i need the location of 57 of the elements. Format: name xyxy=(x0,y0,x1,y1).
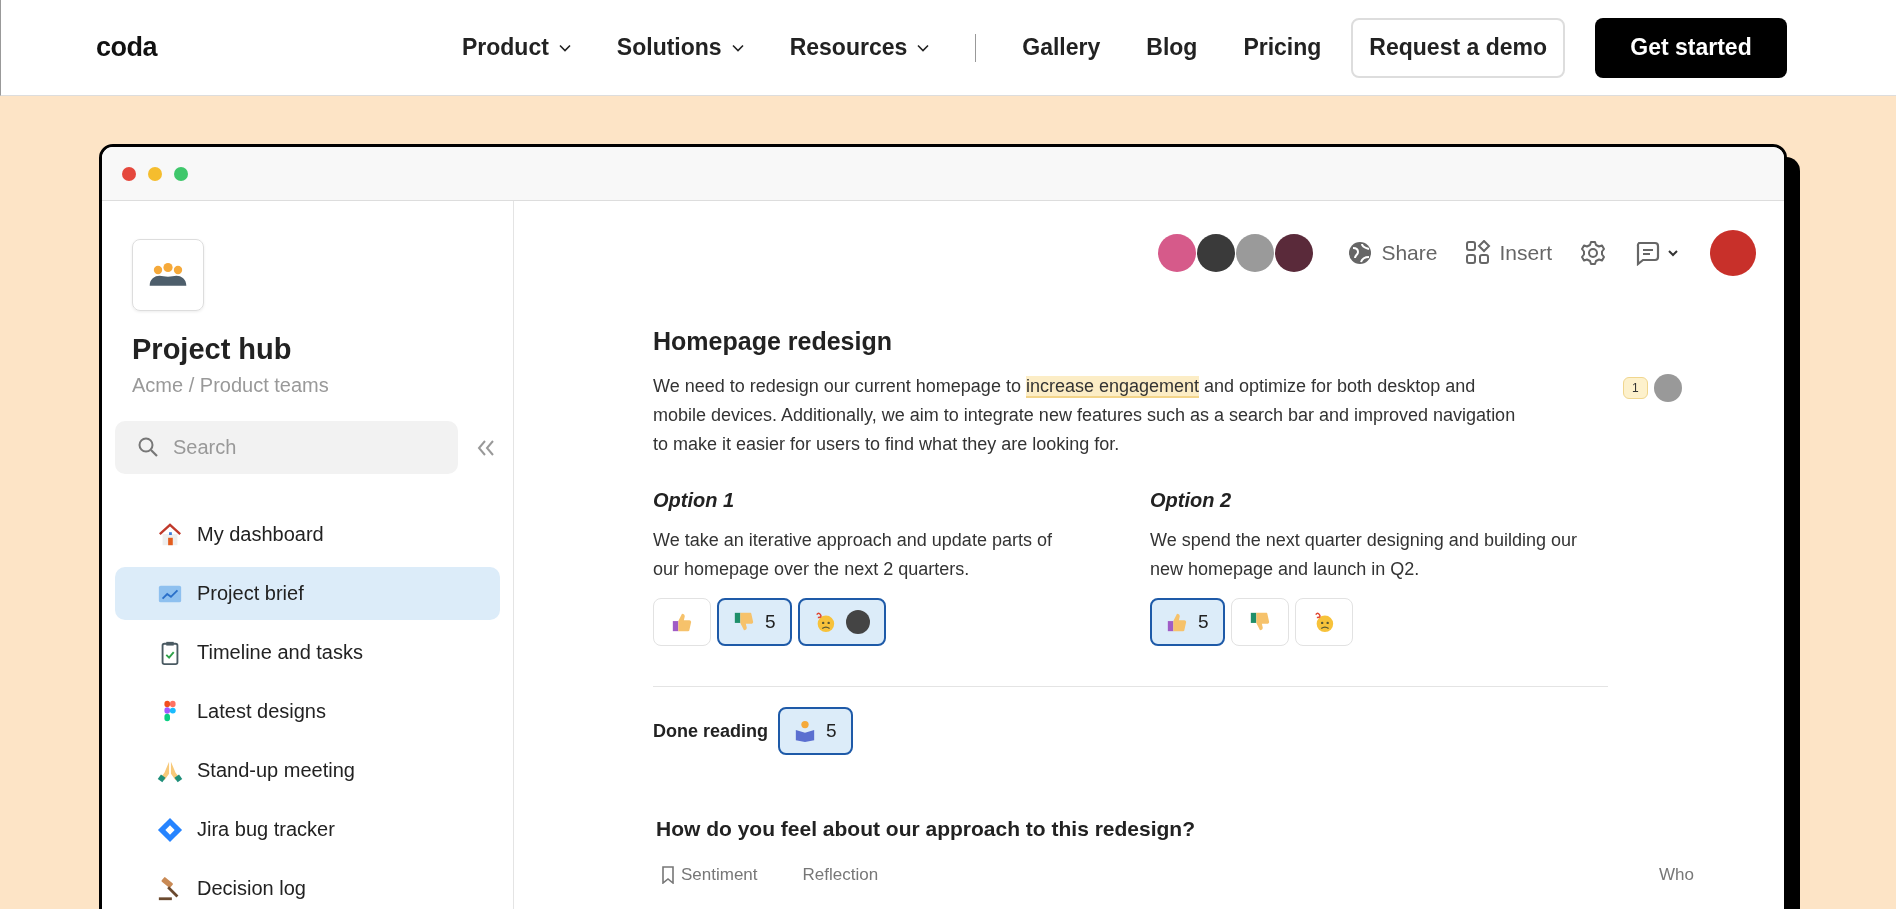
reaction-button[interactable] xyxy=(797,598,886,646)
globe-icon xyxy=(1347,240,1374,266)
thumbs-down-icon xyxy=(1248,611,1271,633)
thumbs-up-icon xyxy=(671,611,693,633)
reaction-button[interactable]: 5 xyxy=(778,707,853,755)
bookmark-icon xyxy=(661,866,675,884)
option-heading: Option 2 xyxy=(1150,489,1233,512)
question-heading: How do you feel about our approach to this redesign? xyxy=(656,817,1197,841)
reaction-button[interactable]: 5 xyxy=(717,598,792,646)
avatar[interactable] xyxy=(1275,234,1314,272)
maximize-window-icon[interactable] xyxy=(174,166,188,181)
sidebar-item[interactable]: Latest designs xyxy=(115,685,500,738)
logo[interactable]: coda xyxy=(96,32,158,63)
nav-link[interactable]: Pricing xyxy=(1243,34,1322,61)
thumbs-up-icon xyxy=(1166,611,1188,633)
option-description: We take an iterative approach and update parts of our homepage over the next 2 quarters. xyxy=(653,529,1053,581)
share-button[interactable]: Share xyxy=(1347,240,1438,266)
nav-menu[interactable]: Solutions xyxy=(616,34,744,61)
thumbs-down-icon xyxy=(733,611,755,633)
sidebar-item[interactable]: Decision log xyxy=(115,862,500,909)
close-window-icon[interactable] xyxy=(122,166,136,181)
comment-count-badge[interactable]: 1 xyxy=(1623,377,1648,399)
house-icon xyxy=(157,521,183,548)
diamond-logo-icon xyxy=(157,816,183,843)
nav-link[interactable]: Gallery xyxy=(1022,34,1101,61)
sidebar-item[interactable]: My dashboard xyxy=(115,508,500,561)
collapse-sidebar-icon[interactable] xyxy=(476,438,496,457)
request-demo-button[interactable]: Request a demo xyxy=(1351,17,1565,78)
settings-icon[interactable] xyxy=(1580,240,1606,266)
search-icon xyxy=(137,436,159,458)
user-avatar[interactable] xyxy=(1710,230,1756,276)
insert-button[interactable]: Insert xyxy=(1465,240,1552,266)
avatar[interactable] xyxy=(1197,234,1236,272)
nav-menu[interactable]: Product xyxy=(461,34,571,61)
section-heading: Homepage redesign xyxy=(653,327,893,356)
reaction-button[interactable]: 5 xyxy=(1150,598,1225,646)
doc-title: Project hub xyxy=(132,333,293,366)
paragraph: We need to redesign our current homepage to increase engagement and optimize for both desktop and mobile devices. Additionally, we aim to integrate new features such as a search bar and improved navigation to make it easier for users to find what they are looking for. xyxy=(653,375,1517,456)
option-description: We spend the next quarter designing and building our new homepage and launch in Q2. xyxy=(1150,529,1578,581)
sidebar-item[interactable]: Jira bug tracker xyxy=(115,803,500,856)
commenter-avatar xyxy=(1653,374,1682,402)
sidebar-item[interactable]: Project brief xyxy=(115,567,500,620)
column-header[interactable]: Reflection xyxy=(802,865,879,885)
person-reading-icon xyxy=(794,720,816,742)
column-header[interactable]: Sentiment xyxy=(661,865,758,885)
people-group-icon xyxy=(132,239,204,311)
nav-link[interactable]: Blog xyxy=(1146,34,1198,61)
option-heading: Option 1 xyxy=(653,489,736,512)
sidebar-item[interactable]: Timeline and tasks xyxy=(115,626,500,679)
search-field[interactable]: Search xyxy=(115,421,458,474)
column-header[interactable]: Who xyxy=(1659,865,1694,885)
breadcrumb: Acme / Product teams xyxy=(132,374,330,397)
nav-menu[interactable]: Resources xyxy=(789,34,930,61)
done-reading-label: Done reading xyxy=(653,720,768,742)
sidebar-item[interactable]: Stand-up meeting xyxy=(115,744,500,797)
get-started-button[interactable]: Get started xyxy=(1595,17,1787,78)
grid-icon xyxy=(1465,240,1492,266)
